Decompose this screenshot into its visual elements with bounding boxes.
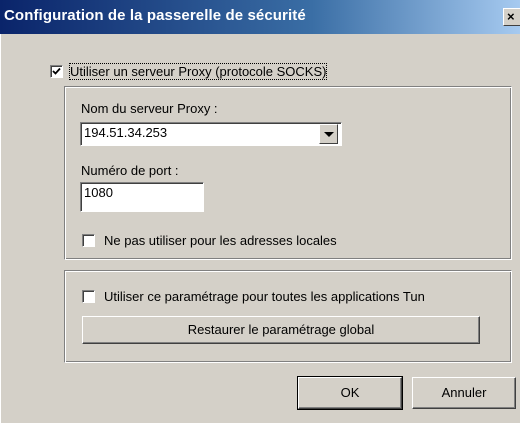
proxy-server-value: 194.51.34.253 bbox=[84, 125, 168, 140]
proxy-server-label: Nom du serveur Proxy : bbox=[81, 101, 218, 116]
chevron-down-icon bbox=[324, 132, 334, 137]
title-bar[interactable]: Configuration de la passerelle de sécuri… bbox=[0, 0, 520, 34]
apply-all-checkbox[interactable] bbox=[82, 290, 95, 303]
cancel-button[interactable]: Annuler bbox=[412, 377, 516, 409]
dialog-window: Configuration de la passerelle de sécuri… bbox=[0, 0, 520, 423]
apply-all-label[interactable]: Utiliser ce paramétrage pour toutes les … bbox=[104, 289, 425, 304]
proxy-server-combobox[interactable]: 194.51.34.253 bbox=[80, 122, 342, 146]
restore-global-button[interactable]: Restaurer le paramétrage global bbox=[82, 316, 480, 344]
no-local-label[interactable]: Ne pas utiliser pour les adresses locale… bbox=[104, 233, 337, 248]
port-input[interactable]: 1080 bbox=[80, 182, 204, 212]
ok-button[interactable]: OK bbox=[297, 376, 403, 410]
ok-label: OK bbox=[340, 385, 360, 400]
no-local-checkbox[interactable] bbox=[82, 234, 95, 247]
cancel-label: Annuler bbox=[441, 385, 487, 400]
close-button[interactable]: × bbox=[503, 8, 520, 26]
use-proxy-label[interactable]: Utiliser un serveur Proxy (protocole SOC… bbox=[68, 63, 328, 80]
checkmark-icon bbox=[52, 67, 61, 75]
proxy-server-dropdown-button[interactable] bbox=[319, 124, 338, 144]
port-value: 1080 bbox=[84, 185, 113, 200]
port-label: Numéro de port : bbox=[81, 163, 179, 178]
dialog-title: Configuration de la passerelle de sécuri… bbox=[4, 7, 306, 24]
close-icon: × bbox=[507, 9, 515, 24]
use-proxy-checkbox[interactable] bbox=[50, 65, 63, 78]
window-left-edge bbox=[0, 34, 1, 423]
restore-global-label: Restaurer le paramétrage global bbox=[187, 322, 375, 337]
